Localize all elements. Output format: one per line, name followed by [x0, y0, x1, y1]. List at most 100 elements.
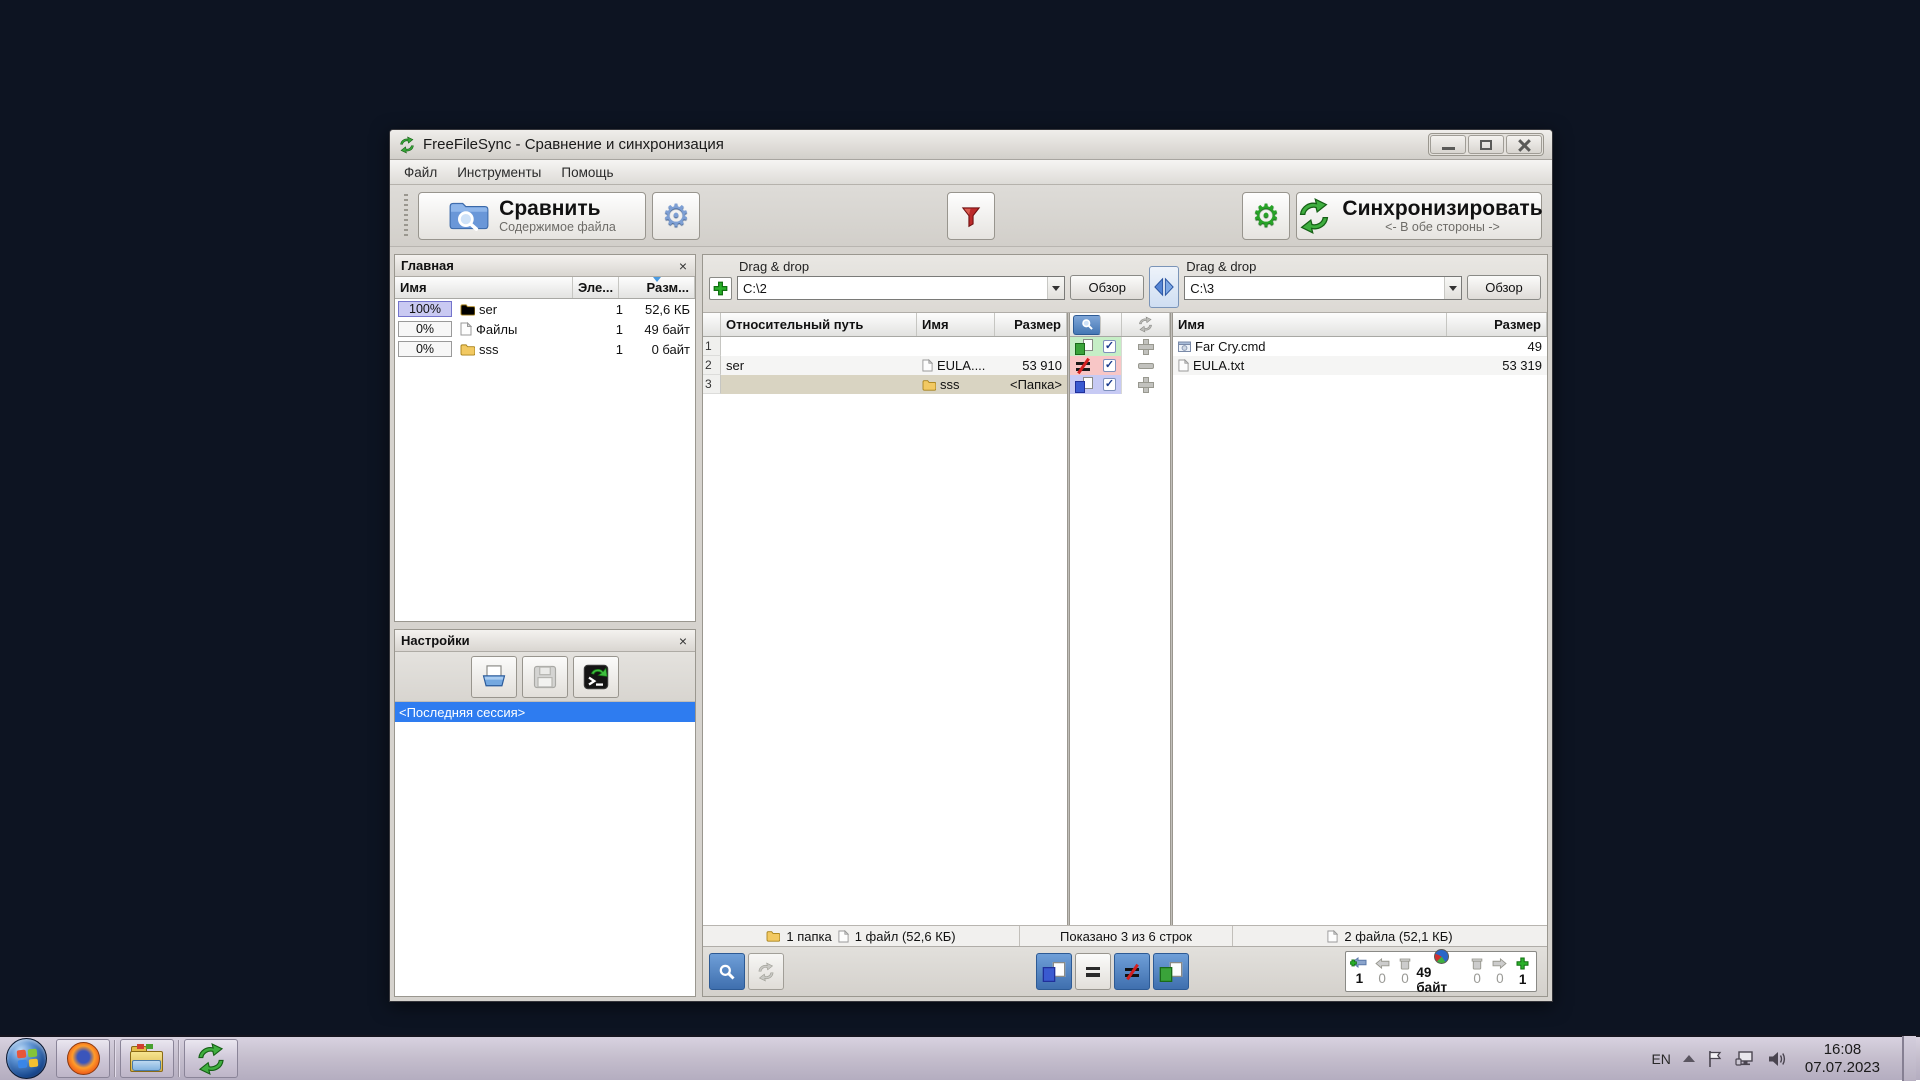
percent-badge: 100% — [398, 301, 452, 317]
overview-col-name[interactable]: Имя — [395, 277, 573, 298]
sync-label: Синхронизировать — [1342, 197, 1542, 220]
menu-file[interactable]: Файл — [396, 162, 445, 183]
network-icon[interactable] — [1735, 1050, 1755, 1068]
save-batch-job-button[interactable] — [573, 656, 619, 698]
col-relative-path[interactable]: Относительный путь — [721, 313, 917, 336]
action-plus-icon — [1139, 340, 1153, 354]
synchronize-button[interactable]: Синхронизировать <- В обе стороны -> — [1296, 192, 1542, 240]
file-row-3[interactable]: 3 sss <Папка> — [703, 375, 1067, 394]
save-icon — [531, 663, 559, 691]
left-combo-dropdown[interactable] — [1047, 277, 1064, 299]
config-close-icon[interactable]: × — [677, 633, 689, 649]
middle-view-settings-button[interactable] — [1073, 315, 1101, 335]
last-session-item[interactable]: <Последняя сессия> — [395, 702, 695, 722]
start-button[interactable] — [6, 1038, 47, 1079]
firefox-icon — [67, 1042, 100, 1075]
right-dragdrop-hint: Drag & drop — [1184, 259, 1462, 274]
right-browse-button[interactable]: Обзор — [1467, 275, 1541, 300]
right-file-row-1[interactable]: Far Cry.cmd 49 — [1173, 337, 1547, 356]
stat-create-left: 1 — [1356, 971, 1364, 986]
show-left-only-toggle[interactable] — [1036, 953, 1072, 990]
col-size[interactable]: Размер — [995, 313, 1067, 336]
taskbar-freefilesync-button[interactable] — [184, 1039, 238, 1078]
maximize-button[interactable] — [1468, 135, 1504, 154]
menu-tools[interactable]: Инструменты — [449, 162, 549, 183]
equal-icon — [1085, 965, 1101, 979]
toolbar-gripper[interactable] — [404, 194, 408, 238]
tray-time: 16:08 — [1805, 1041, 1880, 1059]
sync-preview-toggle[interactable] — [748, 953, 784, 990]
not-equal-icon — [1124, 965, 1140, 979]
overview-row-sss[interactable]: 0% sss 1 0 байт — [395, 339, 695, 359]
folder-icon — [460, 303, 475, 316]
show-hidden-icons-button[interactable] — [1683, 1055, 1695, 1062]
file-icon — [1178, 359, 1189, 372]
delete-right-icon — [1470, 957, 1484, 970]
left-dragdrop-hint: Drag & drop — [737, 259, 1065, 274]
overview-panel-header: Главная × — [395, 255, 695, 277]
add-folder-pair-button[interactable] — [709, 277, 732, 300]
file-row-1[interactable]: 1 — [703, 337, 1067, 356]
sync-direction-header-icon — [1137, 316, 1154, 333]
explorer-folder-icon — [129, 1044, 165, 1074]
show-equal-toggle[interactable] — [1075, 953, 1111, 990]
magnifier-icon — [718, 963, 736, 981]
compare-folder-search-icon — [448, 198, 490, 234]
taskbar-explorer-button[interactable] — [120, 1039, 174, 1078]
right-folder-combobox[interactable]: C:\3 — [1184, 276, 1462, 300]
overview-row-files[interactable]: 0% Файлы 1 49 байт — [395, 319, 695, 339]
file-row-2[interactable]: 2 ser EULA.... 53 910 — [703, 356, 1067, 375]
app-logo-icon — [398, 136, 416, 154]
col-size[interactable]: Размер — [1447, 313, 1547, 336]
language-indicator[interactable]: EN — [1651, 1051, 1670, 1067]
show-right-only-toggle[interactable] — [1153, 953, 1189, 990]
overview-col-size[interactable]: Разм... — [619, 277, 695, 298]
include-checkbox[interactable]: ✓ — [1103, 359, 1116, 372]
close-button[interactable] — [1506, 135, 1542, 154]
maximize-icon — [1480, 140, 1492, 150]
taskbar-firefox-button[interactable] — [56, 1039, 110, 1078]
right-combo-dropdown[interactable] — [1444, 277, 1461, 299]
minimize-button[interactable] — [1430, 135, 1466, 154]
left-browse-button[interactable]: Обзор — [1070, 275, 1144, 300]
col-name[interactable]: Имя — [917, 313, 995, 336]
plus-icon — [713, 281, 728, 296]
show-different-toggle[interactable] — [1114, 953, 1150, 990]
middle-column: ✓ ✓ — [1070, 313, 1170, 925]
chevron-down-icon — [1449, 286, 1457, 291]
update-left-icon — [1374, 958, 1391, 970]
minimize-icon — [1442, 147, 1455, 150]
col-name[interactable]: Имя — [1173, 313, 1447, 336]
compare-settings-button[interactable]: ⚙ — [652, 192, 700, 240]
system-tray: EN 16:08 07.07.2023 — [1651, 1036, 1920, 1081]
titlebar[interactable]: FreeFileSync - Сравнение и синхронизация — [390, 130, 1552, 160]
sync-settings-button[interactable]: ⚙ — [1242, 192, 1290, 240]
sync-statistics-panel: 1 0 0 49 байт — [1345, 951, 1537, 992]
left-folder-combobox[interactable]: C:\2 — [737, 276, 1065, 300]
taskbar-clock[interactable]: 16:08 07.07.2023 — [1799, 1041, 1886, 1077]
filter-button[interactable] — [947, 192, 995, 240]
overview-close-icon[interactable]: × — [677, 258, 689, 274]
folder-icon — [922, 379, 936, 391]
volume-icon[interactable] — [1767, 1050, 1787, 1068]
save-config-button[interactable] — [522, 656, 568, 698]
sync-settings-gear-icon: ⚙ — [1252, 200, 1280, 231]
window-title: FreeFileSync - Сравнение и синхронизация — [423, 136, 1421, 153]
open-config-button[interactable] — [471, 656, 517, 698]
include-checkbox[interactable]: ✓ — [1103, 340, 1116, 353]
overview-col-items[interactable]: Эле... — [573, 277, 619, 298]
status-files-right: 2 файла (52,1 КБ) — [1344, 929, 1452, 944]
overview-row-ser[interactable]: 100% ser 1 52,6 КБ — [395, 299, 695, 319]
show-desktop-button[interactable] — [1902, 1036, 1916, 1081]
action-center-flag-icon[interactable] — [1707, 1050, 1723, 1068]
folder-icon — [460, 343, 475, 356]
right-file-row-2[interactable]: EULA.txt 53 319 — [1173, 356, 1547, 375]
config-title: Настройки — [401, 633, 470, 648]
compare-button[interactable]: Сравнить Содержимое файла — [418, 192, 646, 240]
menu-help[interactable]: Помощь — [553, 162, 621, 183]
swap-sides-button[interactable] — [1149, 266, 1179, 308]
compare-preview-toggle[interactable] — [709, 953, 745, 990]
left-folder-path: C:\2 — [743, 281, 1047, 296]
overview-size: 49 байт — [623, 322, 695, 337]
include-checkbox[interactable]: ✓ — [1103, 378, 1116, 391]
